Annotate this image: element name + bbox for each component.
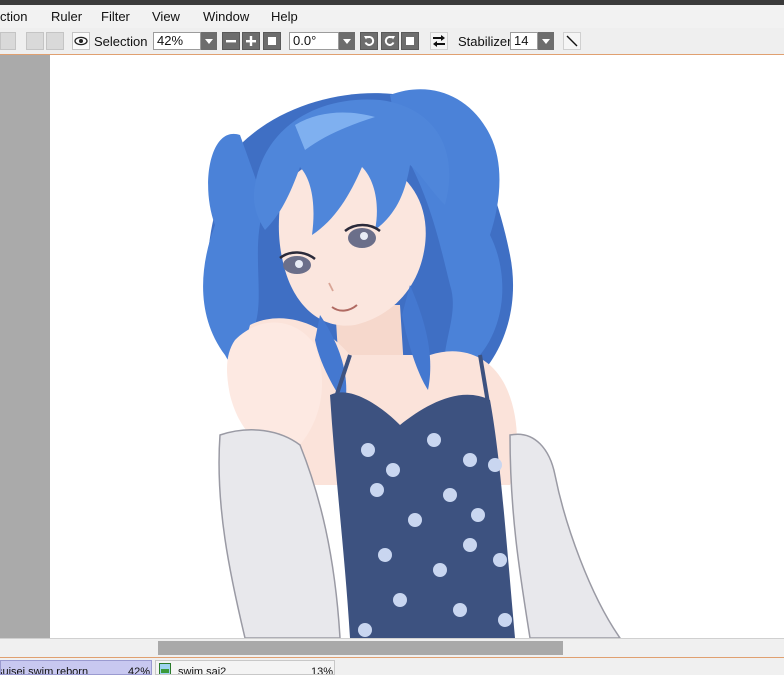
- pen-tool-icon: [566, 35, 578, 47]
- zoom-in-button[interactable]: [242, 32, 260, 50]
- menu-help[interactable]: Help: [271, 9, 298, 24]
- rotate-reset-icon: [406, 37, 414, 45]
- rotation-field[interactable]: 0.0°: [289, 32, 339, 50]
- rotate-reset-button[interactable]: [401, 32, 419, 50]
- rotate-ccw-button[interactable]: [360, 32, 378, 50]
- canvas-left-margin: [0, 55, 50, 638]
- image-icon: [159, 663, 171, 674]
- stabilizer-field[interactable]: 14: [510, 32, 538, 50]
- menu-filter[interactable]: Filter: [101, 9, 130, 24]
- menu-bar: ction Ruler Filter View Window Help: [0, 5, 784, 28]
- drawing-canvas[interactable]: [50, 55, 784, 638]
- zoom-out-icon: [226, 40, 236, 43]
- flip-horizontal-icon: [433, 35, 445, 47]
- rotate-cw-icon: [384, 36, 395, 46]
- rotation-dropdown-button[interactable]: [339, 32, 355, 50]
- document-tab-zoom: 13%: [311, 666, 334, 675]
- swimsuit: [330, 392, 515, 638]
- stabilizer-label: Stabilizer: [458, 34, 512, 49]
- document-tab-zoom: 42%: [128, 666, 151, 675]
- pen-tool-button[interactable]: [563, 32, 581, 50]
- selection-label: Selection: [94, 34, 148, 49]
- document-tab-name: suisei swim reborn: [0, 666, 89, 675]
- stabilizer-dropdown-button[interactable]: [538, 32, 554, 50]
- jacket-right: [509, 433, 621, 638]
- menu-selection[interactable]: ction: [0, 9, 27, 24]
- zoom-reset-icon: [268, 37, 276, 45]
- menu-view[interactable]: View: [152, 9, 180, 24]
- selection-visibility-toggle[interactable]: [72, 32, 90, 50]
- artwork-illustration: [203, 89, 621, 638]
- flip-horizontal-button[interactable]: [430, 32, 448, 50]
- toolbar: Selection 42% 0.0° Stabilizer 14: [0, 28, 784, 54]
- horizontal-scrollbar[interactable]: [0, 638, 784, 657]
- zoom-field[interactable]: 42%: [153, 32, 201, 50]
- eye-icon: [74, 36, 88, 46]
- menu-ruler[interactable]: Ruler: [51, 9, 82, 24]
- horizontal-scrollbar-thumb[interactable]: [158, 641, 563, 655]
- document-tab-name: swim sai2: [178, 666, 227, 675]
- undo-button[interactable]: [0, 32, 16, 50]
- redo-button[interactable]: [26, 32, 44, 50]
- rotate-ccw-icon: [364, 36, 375, 46]
- zoom-dropdown-button[interactable]: [201, 32, 217, 50]
- deselect-button[interactable]: [46, 32, 64, 50]
- zoom-out-button[interactable]: [222, 32, 240, 50]
- menu-window[interactable]: Window: [203, 9, 249, 24]
- document-tab-bar: suisei swim reborn 42% swim sai2 13%: [0, 658, 784, 675]
- zoom-in-icon: [246, 36, 256, 46]
- zoom-reset-button[interactable]: [263, 32, 281, 50]
- rotate-cw-button[interactable]: [381, 32, 399, 50]
